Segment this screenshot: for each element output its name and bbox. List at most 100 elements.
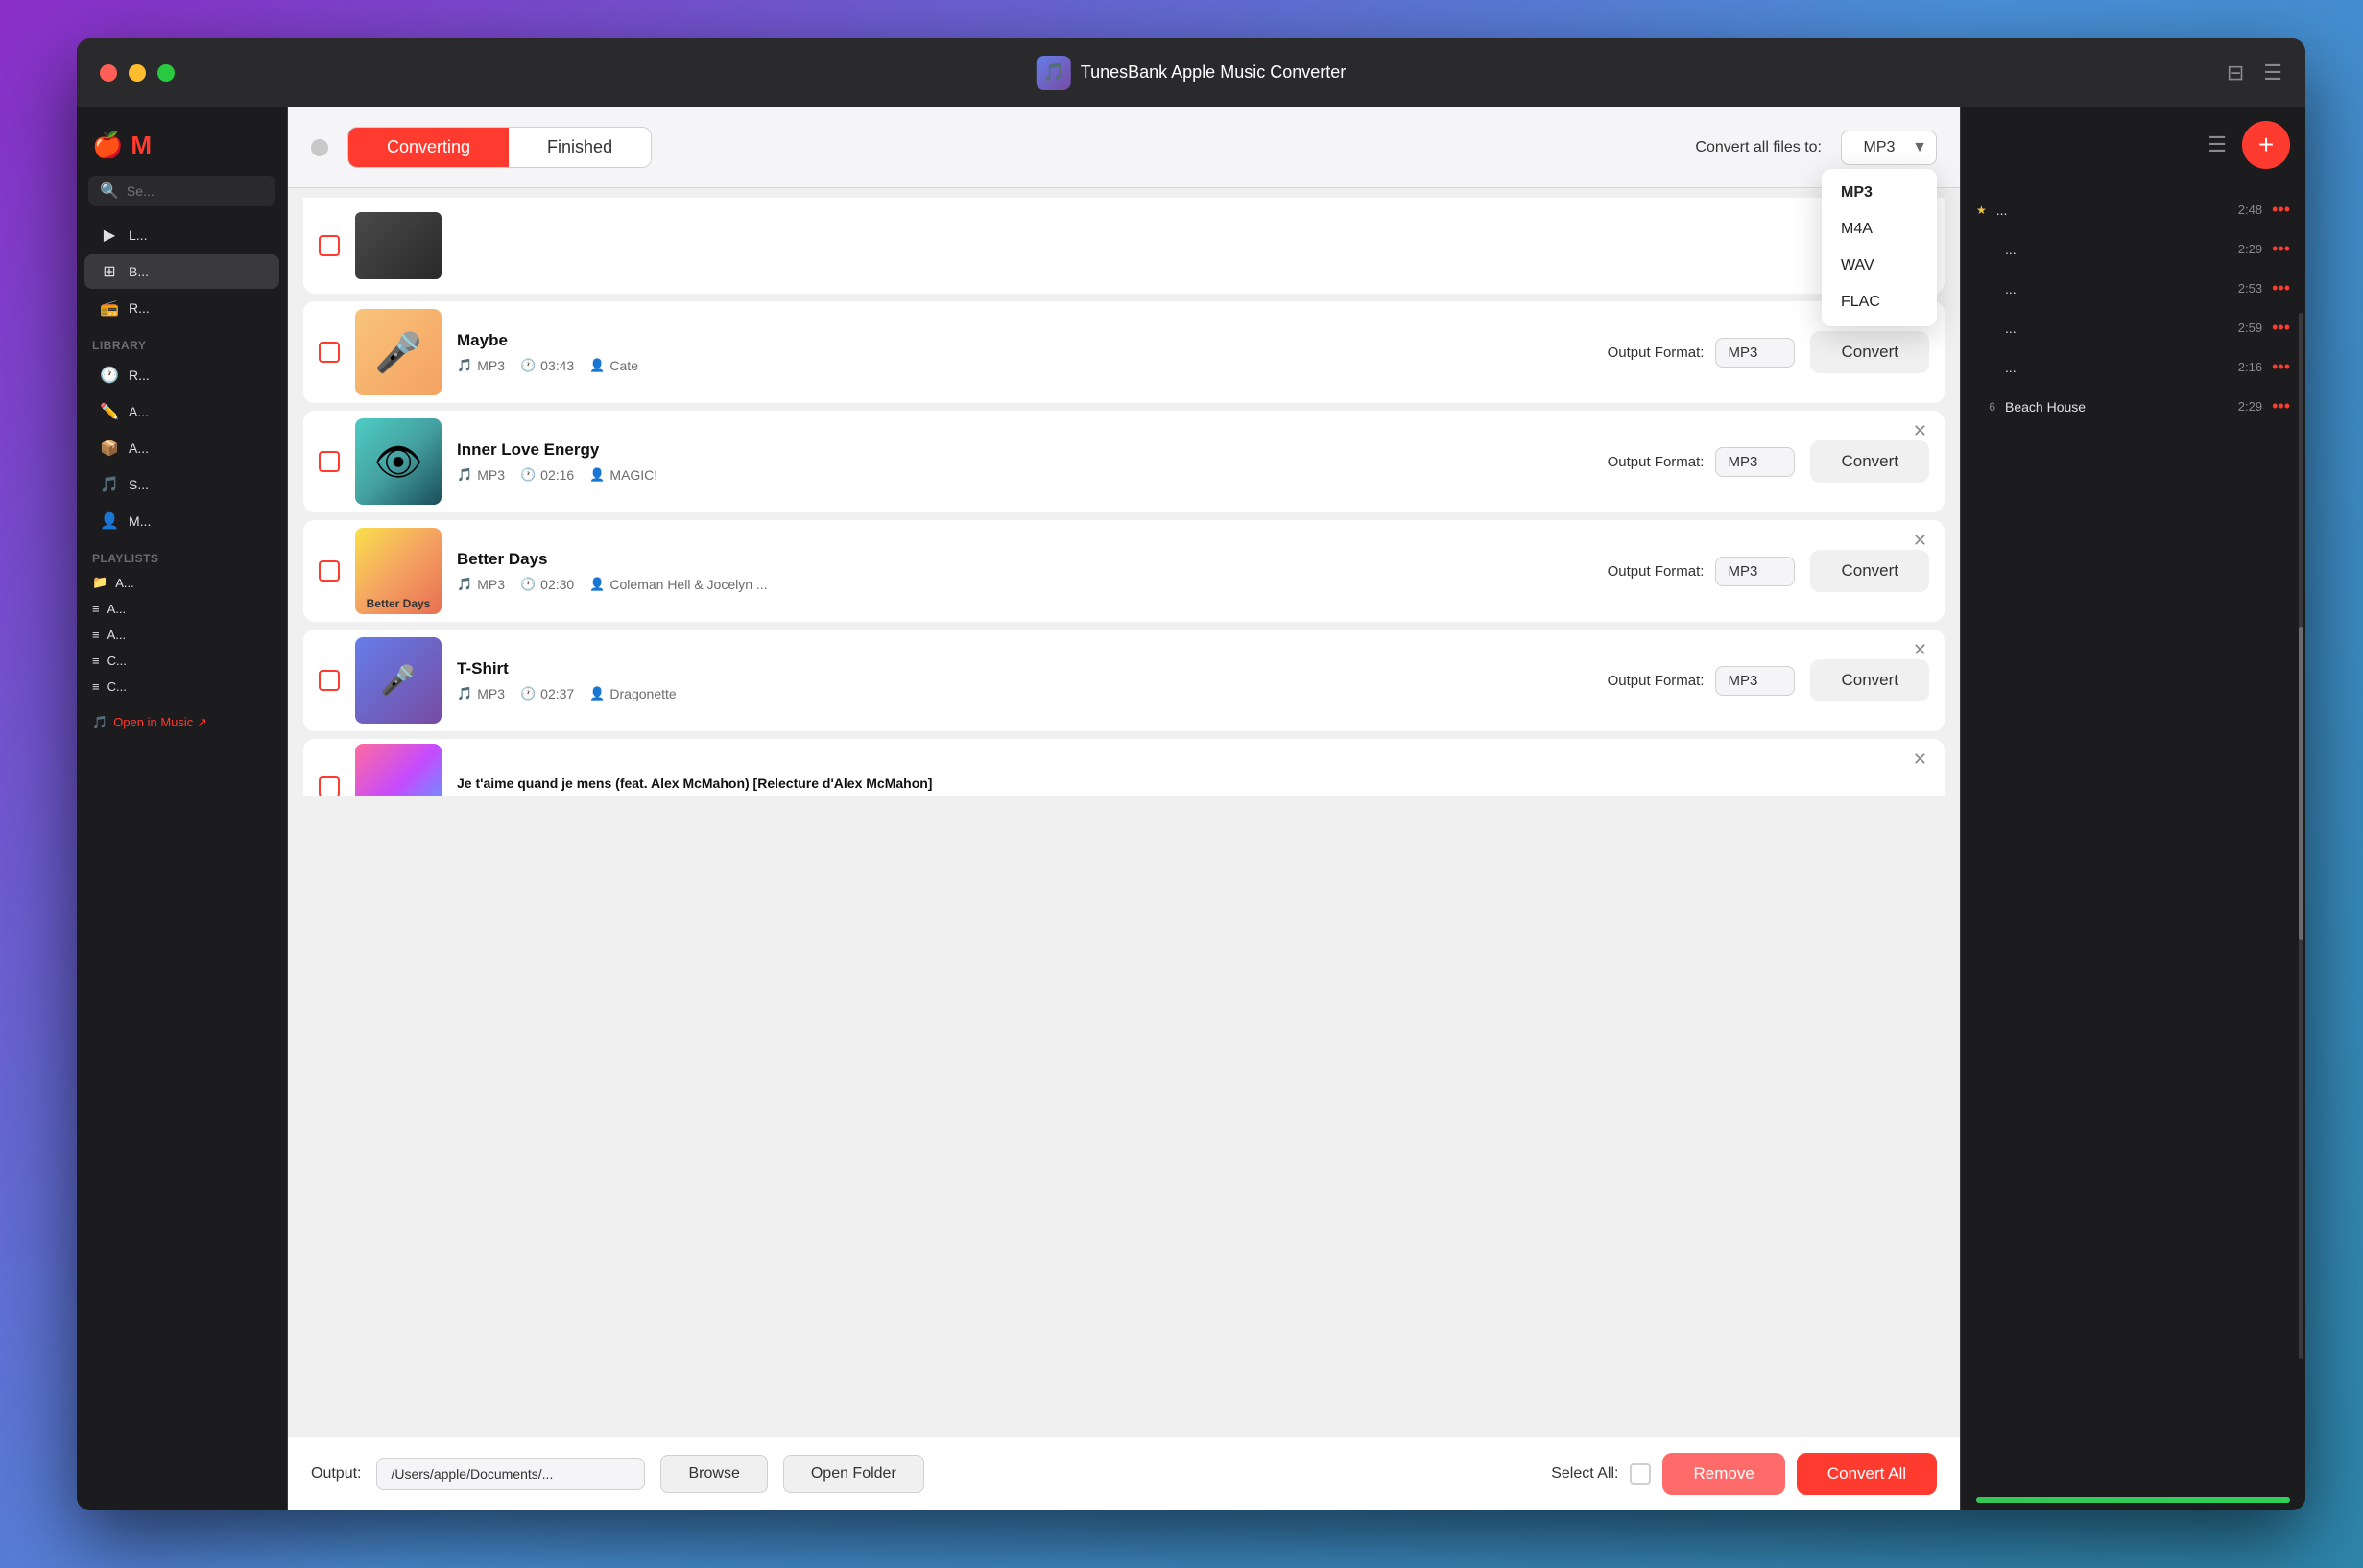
song-format: MP3 (477, 577, 505, 592)
song-info-t-shirt: T-Shirt 🎵 MP3 🕐 02:37 👤 (442, 648, 1608, 713)
sidebar-search-box[interactable]: 🔍 (88, 176, 275, 206)
menu-icon[interactable]: ☰ (2263, 60, 2282, 85)
more-options-icon[interactable]: ••• (2272, 200, 2290, 220)
convert-button-t-shirt[interactable]: Convert (1810, 659, 1929, 701)
sidebar-playlist-a3[interactable]: ≡ A... (77, 622, 287, 648)
select-all-checkbox[interactable] (1630, 1463, 1651, 1485)
song-format-area-t-shirt: Output Format: MP3M4AWAVFLAC (1608, 666, 1811, 696)
format-option-m4a[interactable]: M4A (1822, 211, 1937, 248)
song-checkbox-maybe[interactable] (303, 342, 355, 363)
sidebar-item-label: M... (129, 513, 151, 529)
format-select-button[interactable]: MP3 (1841, 131, 1937, 165)
sidebar-playlist-c1[interactable]: ≡ C... (77, 648, 287, 674)
scrollbar-thumb[interactable] (2299, 627, 2303, 940)
output-label: Output: (311, 1465, 361, 1483)
list-item[interactable]: ★ ... 2:48 ••• (1961, 190, 2305, 229)
sidebar-item-recently-added[interactable]: 🕐 R... (84, 358, 279, 392)
song-checkbox-t-shirt[interactable] (303, 670, 355, 691)
checkbox-icon[interactable] (319, 342, 340, 363)
close-button[interactable] (100, 64, 117, 82)
add-to-playlist-button[interactable]: + (2242, 121, 2290, 169)
sidebar-item-songs[interactable]: 🎵 S... (84, 467, 279, 502)
tab-converting[interactable]: Converting (348, 128, 509, 167)
song-checkbox-better-days[interactable] (303, 560, 355, 582)
list-item[interactable]: ... 2:29 ••• (1961, 229, 2305, 269)
more-options-icon[interactable]: ••• (2272, 278, 2290, 298)
song-checkbox-bottom[interactable] (303, 776, 355, 797)
scrollbar-track[interactable] (2299, 313, 2303, 1359)
person-icon: 👤 (589, 577, 605, 592)
song-checkbox[interactable] (303, 235, 355, 256)
convert-all-button[interactable]: Convert All (1797, 1453, 1937, 1495)
output-format-select-better-days[interactable]: MP3M4AWAVFLAC (1715, 557, 1795, 586)
search-icon: 🔍 (100, 181, 119, 201)
list-item[interactable]: ... 2:59 ••• (1961, 308, 2305, 347)
output-format-select-maybe[interactable]: MP3M4AWAVFLAC (1715, 338, 1795, 368)
more-options-icon[interactable]: ••• (2272, 239, 2290, 259)
format-option-mp3[interactable]: MP3 (1822, 175, 1937, 211)
format-dropdown: MP3 M4A WAV FLAC (1822, 169, 1937, 326)
sidebar-playlist-a2[interactable]: ≡ A... (77, 596, 287, 622)
close-song-better-days[interactable]: ✕ (1907, 530, 1933, 551)
checkbox-icon[interactable] (319, 451, 340, 472)
sidebar-item-artists[interactable]: ✏️ A... (84, 394, 279, 429)
list-item[interactable]: 6 Beach House 2:29 ••• (1961, 387, 2305, 426)
playlist-icon[interactable]: ⊟ (2227, 60, 2244, 85)
checkbox-icon[interactable] (319, 776, 340, 797)
song-meta-inner-love: 🎵 MP3 🕐 02:16 👤 MAGIC! (457, 467, 1592, 483)
traffic-lights (100, 64, 175, 82)
remove-button[interactable]: Remove (1662, 1453, 1784, 1495)
format-option-wav[interactable]: WAV (1822, 248, 1937, 284)
sidebar-playlist-a1[interactable]: 📁 A... (77, 569, 287, 596)
sidebar-item-radio[interactable]: 📻 R... (84, 291, 279, 325)
close-song-inner-love[interactable]: ✕ (1907, 420, 1933, 441)
music-file-icon: 🎵 (457, 358, 472, 373)
output-format-select-t-shirt[interactable]: MP3M4AWAVFLAC (1715, 666, 1795, 696)
list-item[interactable]: ... 2:53 ••• (1961, 269, 2305, 308)
sidebar-item-made-for-you[interactable]: 👤 M... (84, 504, 279, 538)
right-list: ★ ... 2:48 ••• ... 2:29 ••• ... 2:53 ••• (1961, 182, 2305, 1489)
more-options-icon[interactable]: ••• (2272, 396, 2290, 416)
convert-button-better-days[interactable]: Convert (1810, 550, 1929, 592)
minimize-button[interactable] (129, 64, 146, 82)
open-folder-button[interactable]: Open Folder (783, 1455, 924, 1493)
convert-all-files-label: Convert all files to: (1695, 139, 1822, 156)
checkbox-icon[interactable] (319, 235, 340, 256)
more-options-icon[interactable]: ••• (2272, 318, 2290, 338)
tab-finished[interactable]: Finished (509, 128, 651, 167)
sidebar-item-listen-now[interactable]: ▶ L... (84, 218, 279, 252)
checkbox-icon[interactable] (319, 670, 340, 691)
song-duration: 03:43 (540, 358, 574, 373)
output-format-label: Output Format: (1608, 454, 1705, 470)
song-checkbox-inner-love[interactable] (303, 451, 355, 472)
converter-header: Converting Finished Convert all files to… (288, 107, 1960, 188)
playlist-list-icon[interactable]: ☰ (2208, 132, 2227, 157)
browse-button[interactable]: Browse (660, 1455, 767, 1493)
music-file-icon: 🎵 (457, 577, 472, 592)
recently-added-icon: 🕐 (100, 366, 119, 385)
sidebar-item-browse[interactable]: ⊞ B... (84, 254, 279, 289)
app-title: TunesBank Apple Music Converter (1081, 62, 1346, 83)
maximize-button[interactable] (157, 64, 175, 82)
close-song-bottom[interactable]: ✕ (1907, 748, 1933, 770)
open-in-music-link[interactable]: 🎵 Open in Music ↗ (77, 700, 287, 746)
list-item-title: Beach House (2005, 399, 2229, 415)
convert-button-maybe[interactable]: Convert (1810, 331, 1929, 373)
list-item-duration: 2:29 (2238, 242, 2262, 256)
song-item-better-days: ✕ Better Days Better Days 🎵 MP3 (303, 520, 1945, 622)
list-item-duration: 2:59 (2238, 321, 2262, 335)
list-item-duration: 2:29 (2238, 399, 2262, 414)
song-duration-meta: 🕐 03:43 (520, 358, 574, 373)
close-song-t-shirt[interactable]: ✕ (1907, 639, 1933, 660)
more-options-icon[interactable]: ••• (2272, 357, 2290, 377)
output-format-select-inner-love[interactable]: MP3M4AWAVFLAC (1715, 447, 1795, 477)
song-duration: 02:37 (540, 686, 574, 701)
sidebar-item-albums[interactable]: 📦 A... (84, 431, 279, 465)
song-item-truncated-bottom: ✕ Je t'aime quand je mens (feat. Alex Mc… (303, 739, 1945, 835)
format-option-flac[interactable]: FLAC (1822, 284, 1937, 321)
checkbox-icon[interactable] (319, 560, 340, 582)
convert-button-inner-love[interactable]: Convert (1810, 440, 1929, 483)
sidebar-playlist-c2[interactable]: ≡ C... (77, 674, 287, 700)
search-input[interactable] (127, 183, 264, 199)
list-item[interactable]: ... 2:16 ••• (1961, 347, 2305, 387)
